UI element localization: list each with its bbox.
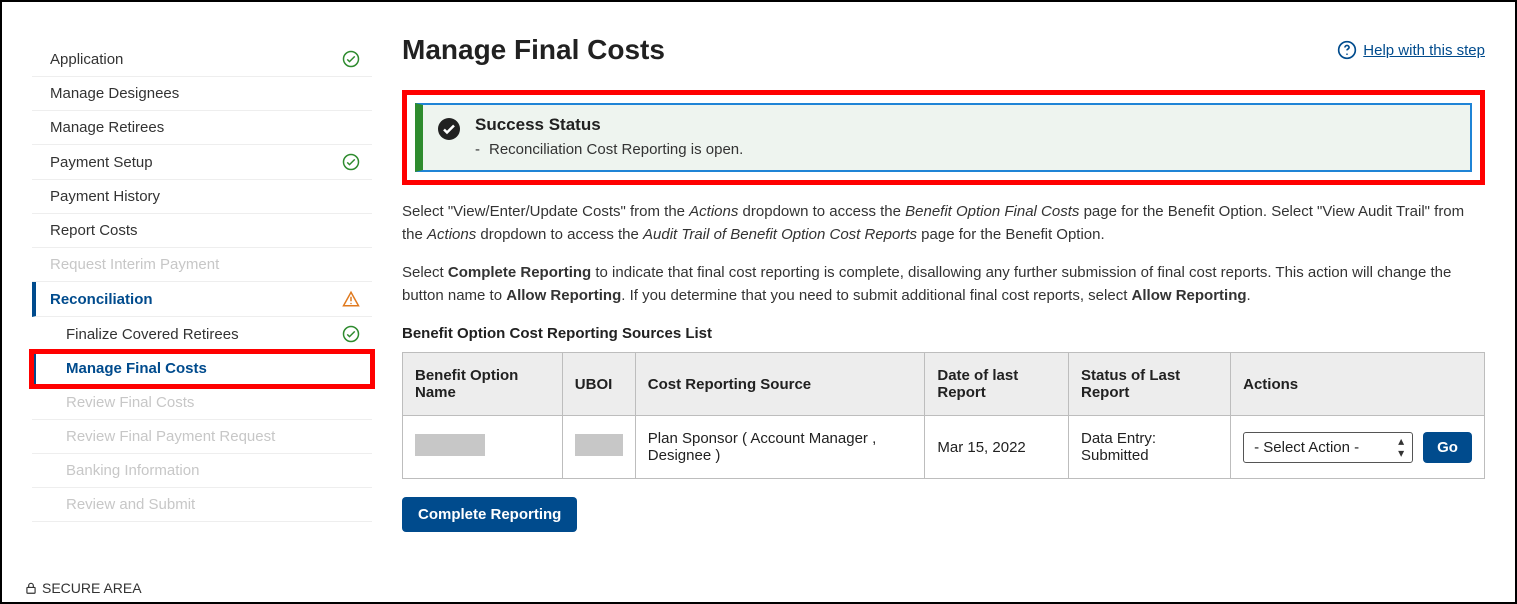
cell-uboi	[562, 416, 635, 479]
nav-label: Review and Submit	[66, 496, 195, 513]
th-actions: Actions	[1231, 353, 1485, 416]
action-select[interactable]: - Select Action - ▴▾	[1243, 432, 1413, 463]
nav-review-and-submit: Review and Submit	[32, 488, 372, 522]
redacted-block	[415, 434, 485, 456]
nav-label: Payment History	[50, 188, 160, 205]
cell-actions: - Select Action - ▴▾ Go	[1231, 416, 1485, 479]
lock-icon	[24, 581, 38, 595]
redacted-block	[575, 434, 623, 456]
nav-finalize-covered-retirees[interactable]: Finalize Covered Retirees	[32, 317, 372, 352]
cost-reporting-table: Benefit Option Name UBOI Cost Reporting …	[402, 352, 1485, 479]
instruction-paragraph-2: Select Complete Reporting to indicate th…	[402, 262, 1485, 307]
page-title: Manage Final Costs	[402, 34, 665, 66]
help-circle-icon	[1337, 40, 1357, 60]
nav-label: Manage Designees	[50, 85, 179, 102]
cell-benefit-option-name	[403, 416, 563, 479]
chevron-updown-icon: ▴▾	[1398, 435, 1404, 459]
check-circle-icon	[342, 50, 360, 68]
help-link[interactable]: Help with this step	[1337, 40, 1485, 60]
go-button[interactable]: Go	[1423, 432, 1472, 463]
success-title: Success Status	[475, 115, 743, 135]
table-title: Benefit Option Cost Reporting Sources Li…	[402, 325, 1485, 342]
success-alert: Success Status Reconciliation Cost Repor…	[415, 103, 1472, 172]
nav-label: Reconciliation	[50, 291, 153, 308]
nav-request-interim-payment: Request Interim Payment	[32, 248, 372, 282]
nav-manage-retirees[interactable]: Manage Retirees	[32, 111, 372, 145]
nav-reconciliation[interactable]: Reconciliation	[32, 282, 372, 317]
th-status-last-report: Status of Last Report	[1069, 353, 1231, 416]
th-uboi: UBOI	[562, 353, 635, 416]
success-message: Reconciliation Cost Reporting is open.	[475, 141, 743, 158]
nav-manage-final-costs[interactable]: Manage Final Costs	[32, 352, 372, 386]
nav-review-final-payment-request: Review Final Payment Request	[32, 420, 372, 454]
nav-label: Payment Setup	[50, 154, 153, 171]
check-badge-icon	[437, 117, 461, 141]
cell-status: Data Entry: Submitted	[1069, 416, 1231, 479]
sidebar-nav: Application Manage Designees Manage Reti…	[12, 22, 372, 578]
secure-area-footer: SECURE AREA	[24, 580, 142, 596]
table-row: Plan Sponsor ( Account Manager , Designe…	[403, 416, 1485, 479]
nav-label: Application	[50, 51, 123, 68]
th-date-last-report: Date of last Report	[925, 353, 1069, 416]
nav-label: Manage Final Costs	[66, 360, 207, 377]
cell-date: Mar 15, 2022	[925, 416, 1069, 479]
nav-application[interactable]: Application	[32, 42, 372, 77]
nav-label: Report Costs	[50, 222, 138, 239]
nav-banking-information: Banking Information	[32, 454, 372, 488]
nav-review-final-costs: Review Final Costs	[32, 386, 372, 420]
warning-triangle-icon	[342, 290, 360, 308]
nav-label: Manage Retirees	[50, 119, 164, 136]
instruction-paragraph-1: Select "View/Enter/Update Costs" from th…	[402, 201, 1485, 246]
nav-label: Review Final Payment Request	[66, 428, 275, 445]
secure-area-text: SECURE AREA	[42, 580, 142, 596]
nav-payment-history[interactable]: Payment History	[32, 180, 372, 214]
check-circle-icon	[342, 153, 360, 171]
select-value: - Select Action -	[1254, 439, 1359, 456]
nav-label: Finalize Covered Retirees	[66, 326, 239, 343]
cell-source: Plan Sponsor ( Account Manager , Designe…	[635, 416, 925, 479]
th-benefit-option-name: Benefit Option Name	[403, 353, 563, 416]
th-cost-reporting-source: Cost Reporting Source	[635, 353, 925, 416]
nav-report-costs[interactable]: Report Costs	[32, 214, 372, 248]
success-alert-highlight: Success Status Reconciliation Cost Repor…	[402, 90, 1485, 185]
nav-payment-setup[interactable]: Payment Setup	[32, 145, 372, 180]
nav-label: Request Interim Payment	[50, 256, 219, 273]
help-link-text[interactable]: Help with this step	[1363, 42, 1485, 59]
check-circle-icon	[342, 325, 360, 343]
nav-manage-designees[interactable]: Manage Designees	[32, 77, 372, 111]
complete-reporting-button[interactable]: Complete Reporting	[402, 497, 577, 532]
nav-label: Review Final Costs	[66, 394, 194, 411]
nav-label: Banking Information	[66, 462, 199, 479]
main-content: Manage Final Costs Help with this step S…	[372, 22, 1505, 578]
